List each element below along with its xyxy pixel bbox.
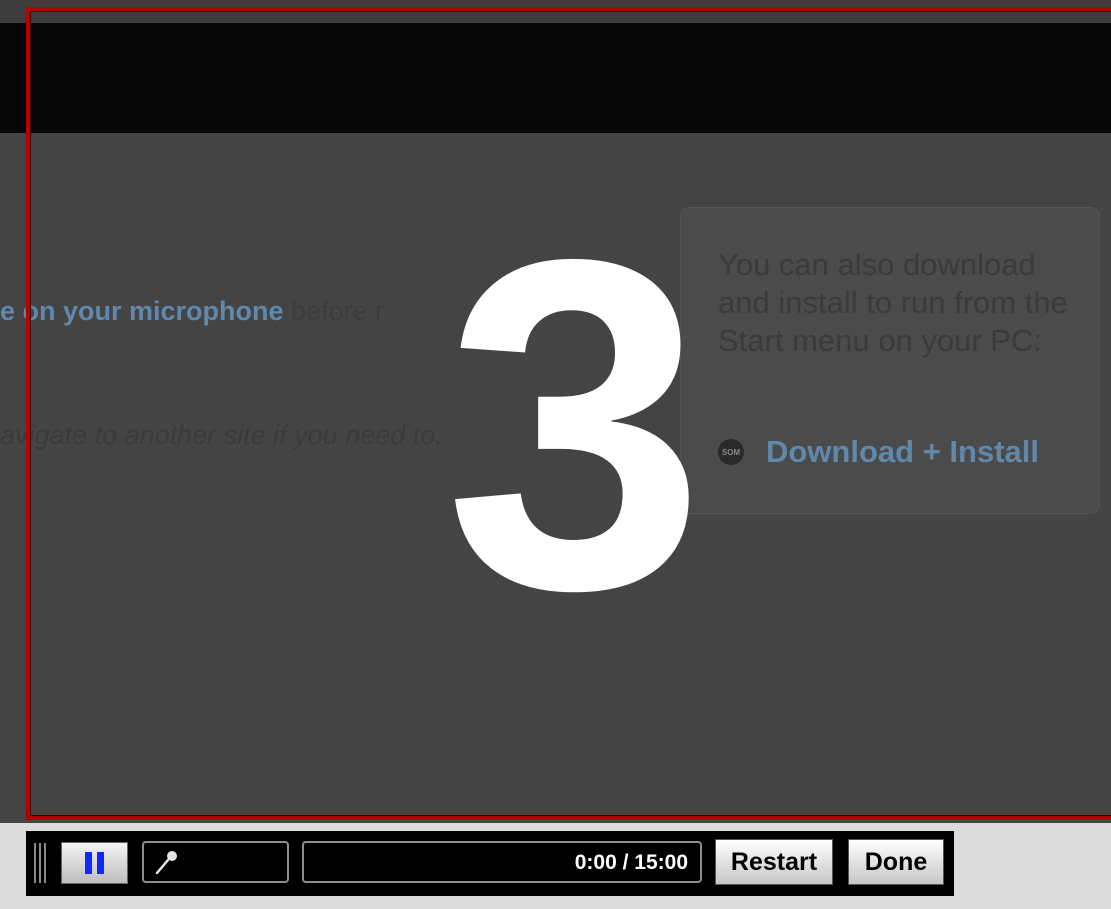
recording-progress: 0:00 / 15:00 [302,841,702,883]
done-button[interactable]: Done [848,839,944,885]
countdown-number: 3 [444,162,706,687]
restart-button[interactable]: Restart [715,839,833,885]
pause-icon [85,852,104,874]
pause-button[interactable] [61,842,128,884]
recorder-control-bar: 0:00 / 15:00 Restart Done [26,831,954,896]
elapsed-time: 0:00 / 15:00 [574,851,688,874]
drag-handle[interactable] [34,843,48,883]
microphone-level[interactable] [142,841,289,883]
microphone-icon [155,851,177,875]
